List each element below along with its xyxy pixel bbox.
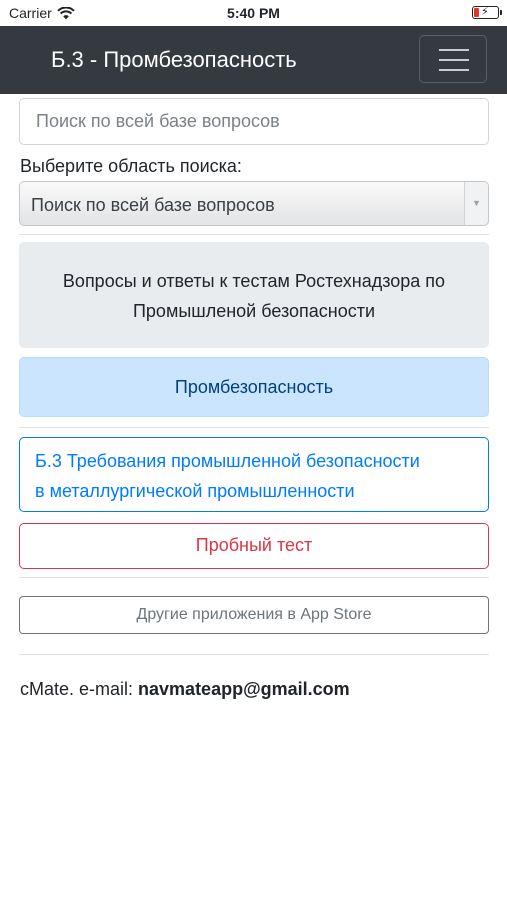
footer-prefix: cMate. e-mail: xyxy=(20,679,139,699)
other-apps-button[interactable]: Другие приложения в App Store xyxy=(19,596,489,634)
chevron-down-icon: ▼ xyxy=(464,182,488,225)
topic-line-2: в металлургической промышленности xyxy=(35,481,355,501)
footer-contact: cMate. e-mail: navmateapp@gmail.com xyxy=(20,679,350,700)
topic-line-1: Б.3 Требования промышленной безопасности xyxy=(35,451,420,471)
navbar: Б.3 - Промбезопасность xyxy=(0,26,507,94)
divider xyxy=(19,654,489,655)
divider xyxy=(19,234,489,235)
status-bar: Carrier 5:40 PM ⚡ xyxy=(0,0,507,26)
info-box: Вопросы и ответы к тестам Ростехнадзора … xyxy=(19,242,489,348)
search-input[interactable] xyxy=(19,98,489,145)
search-area-value: Поиск по всей базе вопросов xyxy=(31,195,275,215)
status-time: 5:40 PM xyxy=(227,5,280,21)
topic-button[interactable]: Б.3 Требования промышленной безопасности… xyxy=(19,437,489,512)
search-area-label: Выберите область поиска: xyxy=(20,156,242,176)
search-area-select[interactable]: Поиск по всей базе вопросов ▼ xyxy=(19,181,489,226)
category-banner: Промбезопасность xyxy=(19,357,489,417)
page-title: Б.3 - Промбезопасность xyxy=(51,47,297,72)
menu-toggle-button[interactable] xyxy=(419,35,487,83)
battery-icon: ⚡ xyxy=(472,6,502,19)
divider xyxy=(19,427,489,428)
trial-test-button[interactable]: Пробный тест xyxy=(19,523,489,569)
divider xyxy=(19,577,489,578)
hamburger-icon xyxy=(439,49,469,51)
info-line-1: Вопросы и ответы к тестам Ростехнадзора … xyxy=(62,271,446,291)
info-line-2: Промышленой безопасности xyxy=(132,301,376,321)
email-link[interactable]: navmateapp@gmail.com xyxy=(138,679,350,699)
